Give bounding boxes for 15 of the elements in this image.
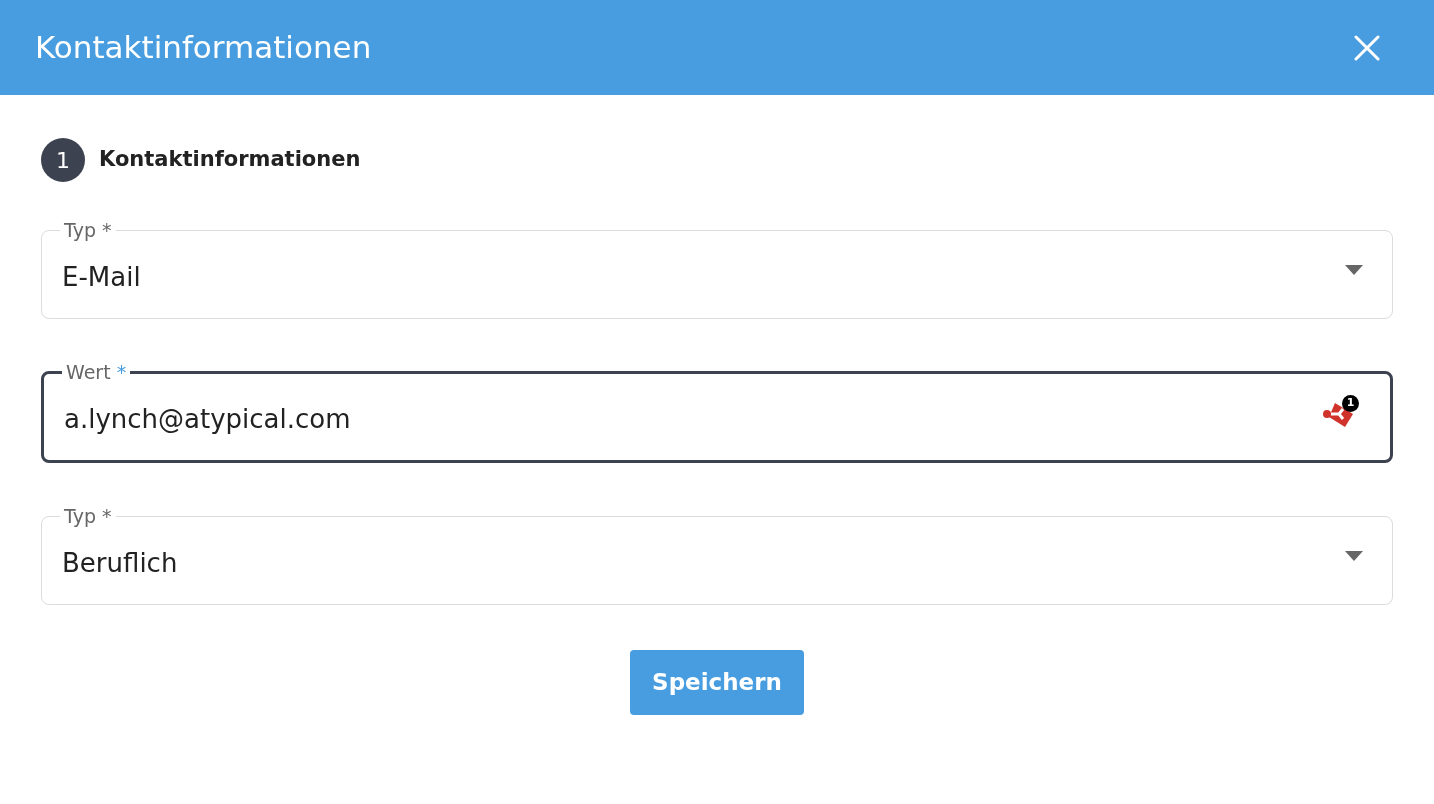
step-title: Kontaktinformationen	[99, 146, 361, 174]
select-field[interactable]: Typ * Beruflich	[41, 507, 1393, 605]
close-icon[interactable]	[1354, 34, 1380, 61]
field-label: Typ *	[64, 219, 112, 241]
field-value: Beruflich	[62, 546, 178, 580]
input-field[interactable]: Wert * a.lynch@atypical.com 1	[41, 363, 1393, 463]
select-field[interactable]: Typ * E-Mail	[41, 221, 1393, 319]
field-label: Wert *	[66, 361, 127, 383]
field-value: a.lynch@atypical.com	[64, 402, 351, 436]
dialog-title: Kontaktinformationen	[35, 28, 372, 68]
step-number: 1	[41, 138, 85, 182]
field-label: Typ *	[64, 505, 112, 527]
caret-icon	[1345, 551, 1363, 561]
field-value: E-Mail	[62, 260, 141, 294]
caret-icon	[1345, 265, 1363, 275]
